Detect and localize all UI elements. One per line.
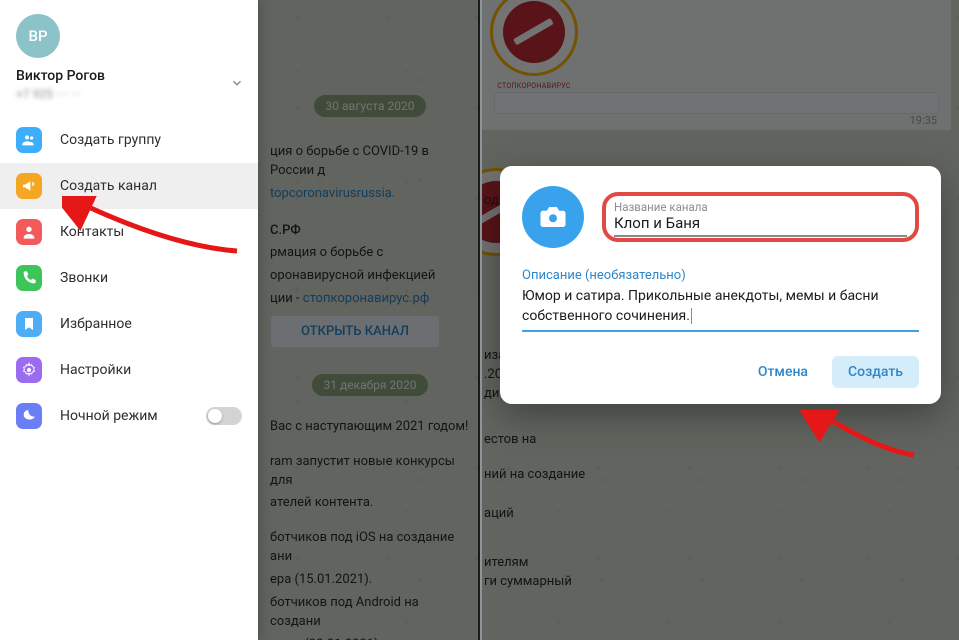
avatar[interactable]: BP: [16, 14, 60, 58]
description-value: Юмор и сатира. Прикольные анекдоты, мемы…: [522, 288, 879, 324]
gear-icon: [16, 357, 42, 383]
camera-icon: [538, 202, 568, 232]
chevron-down-icon: [230, 75, 244, 94]
night-toggle[interactable]: [206, 407, 242, 425]
moon-icon: [16, 403, 42, 429]
menu-contacts[interactable]: Контакты: [0, 209, 258, 255]
menu-label: Создать канал: [60, 178, 157, 194]
menu-night-mode[interactable]: Ночной режим: [0, 393, 258, 439]
phone-icon: [16, 265, 42, 291]
create-button[interactable]: Создать: [832, 356, 919, 388]
menu-label: Создать группу: [60, 132, 161, 148]
menu-label: Ночной режим: [60, 408, 158, 424]
left-screen: 30 августа 2020 ция о борьбе с COVID-19 …: [0, 0, 480, 640]
menu-create-channel[interactable]: Создать канал: [0, 163, 258, 209]
menu-label: Настройки: [60, 362, 131, 378]
megaphone-icon: [16, 173, 42, 199]
profile-name: Виктор Рогов: [16, 68, 105, 84]
create-channel-modal: Название канала Клоп и Баня Описание (не…: [500, 166, 941, 404]
field-value: Клоп и Баня: [614, 214, 907, 232]
menu-label: Звонки: [60, 270, 108, 286]
channel-name-field[interactable]: Название канала Клоп и Баня: [602, 192, 919, 242]
right-screen: СТОПКОРОНАВИРУС 19:35 од иза .20 дис ест…: [482, 0, 959, 640]
cancel-button[interactable]: Отмена: [742, 356, 824, 388]
field-label: Название канала: [614, 200, 907, 214]
menu-drawer: BP Виктор Рогов +7 925 ···· ··· Создать …: [0, 0, 258, 640]
menu-label: Контакты: [60, 224, 124, 240]
set-photo-button[interactable]: [522, 186, 584, 248]
menu-label: Избранное: [60, 316, 132, 332]
group-icon: [16, 127, 42, 153]
profile-phone: +7 925 ···· ···: [16, 87, 105, 101]
bookmark-icon: [16, 311, 42, 337]
menu-calls[interactable]: Звонки: [0, 255, 258, 301]
description-input[interactable]: Юмор и сатира. Прикольные анекдоты, мемы…: [522, 287, 919, 332]
menu-saved[interactable]: Избранное: [0, 301, 258, 347]
menu-create-group[interactable]: Создать группу: [0, 117, 258, 163]
user-icon: [16, 219, 42, 245]
profile-row[interactable]: Виктор Рогов +7 925 ···· ···: [0, 68, 258, 117]
menu-settings[interactable]: Настройки: [0, 347, 258, 393]
description-label: Описание (необязательно): [522, 268, 919, 283]
